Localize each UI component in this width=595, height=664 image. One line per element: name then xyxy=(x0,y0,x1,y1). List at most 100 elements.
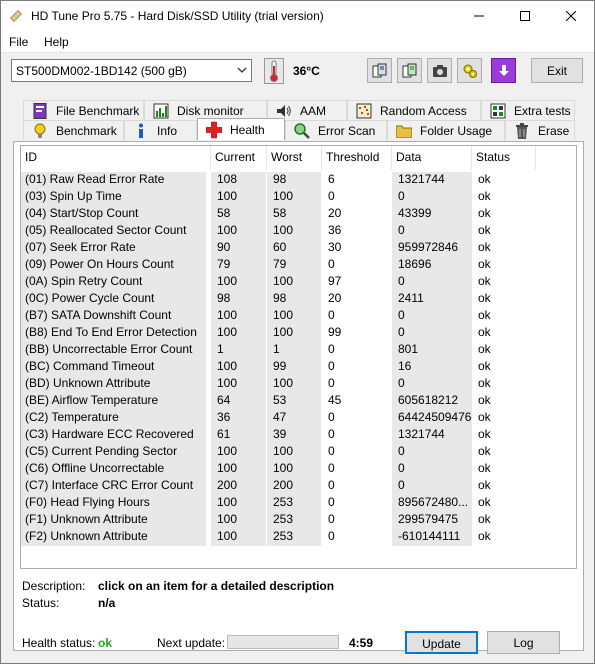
cell-current: 100 xyxy=(211,359,266,376)
cell-data: 605618212 xyxy=(392,393,472,410)
tab-aam[interactable]: AAM xyxy=(267,100,347,120)
close-icon xyxy=(566,11,576,21)
close-button[interactable] xyxy=(548,1,594,31)
table-row[interactable]: (03) Spin Up Time 100 100 0 0 ok xyxy=(21,188,551,206)
cell-threshold: 0 xyxy=(328,359,335,373)
column-header-id[interactable]: ID xyxy=(21,146,211,170)
cell-current: 100 xyxy=(211,223,266,240)
tab-label: Info xyxy=(157,123,178,138)
cell-current: 1 xyxy=(211,342,266,359)
cell-current: 36 xyxy=(211,410,266,427)
cell-id: (C7) Interface CRC Error Count xyxy=(21,478,206,495)
exit-button[interactable]: Exit xyxy=(531,58,583,83)
cell-data: 43399 xyxy=(392,206,472,223)
table-row[interactable]: (01) Raw Read Error Rate 108 98 6 1321744 ok xyxy=(21,171,551,189)
tab-file-benchmark[interactable]: File Benchmark xyxy=(23,100,144,120)
table-row[interactable]: (F1) Unknown Attribute 100 253 0 299579475 ok xyxy=(21,511,551,529)
table-row[interactable]: (BD) Unknown Attribute 100 100 0 0 ok xyxy=(21,375,551,393)
cell-id: (C2) Temperature xyxy=(21,410,206,427)
tab-extra-tests[interactable]: Extra tests xyxy=(481,100,575,120)
cell-id: (BB) Uncorrectable Error Count xyxy=(21,342,206,359)
cell-current: 100 xyxy=(211,274,266,291)
cell-current: 79 xyxy=(211,257,266,274)
cell-threshold: 6 xyxy=(328,172,335,186)
cell-threshold: 0 xyxy=(328,257,335,271)
column-header-status[interactable]: Status xyxy=(472,146,536,170)
save-button[interactable] xyxy=(491,58,516,83)
cell-status: ok xyxy=(478,342,491,356)
drive-select[interactable]: ST500DM002-1BD142 (500 gB) xyxy=(11,59,252,82)
health-panel: ID Current Worst Threshold Data Status (… xyxy=(13,141,584,651)
tab-random-access[interactable]: Random Access xyxy=(347,100,481,120)
column-header-worst[interactable]: Worst xyxy=(267,146,322,170)
table-row[interactable]: (B8) End To End Error Detection 100 100 99 0… xyxy=(21,324,551,342)
table-row[interactable]: (07) Seek Error Rate 90 60 30 959972846 ok xyxy=(21,239,551,257)
table-row[interactable]: (C6) Offline Uncorrectable 100 100 0 0 ok xyxy=(21,460,551,478)
cell-status: ok xyxy=(478,206,491,220)
copy-button[interactable] xyxy=(367,58,392,83)
table-row[interactable]: (F2) Unknown Attribute 100 253 0 -610144111 o… xyxy=(21,528,551,546)
cell-worst: 100 xyxy=(267,444,321,461)
menu-help[interactable]: Help xyxy=(44,35,69,49)
screenshot-button[interactable] xyxy=(427,58,452,83)
cell-data: 0 xyxy=(392,223,472,240)
description-value: click on an item for a detailed descript… xyxy=(98,579,335,593)
tab-health[interactable]: Health xyxy=(197,118,285,140)
table-row[interactable]: (09) Power On Hours Count 79 79 0 18696 ok xyxy=(21,256,551,274)
table-row[interactable]: (BE) Airflow Temperature 64 53 45 605618212 o… xyxy=(21,392,551,410)
cell-threshold: 0 xyxy=(328,376,335,390)
tab-info[interactable]: Info xyxy=(124,120,197,140)
table-row[interactable]: (C5) Current Pending Sector 100 100 0 0 ok xyxy=(21,443,551,461)
menu-file[interactable]: File xyxy=(9,35,28,49)
minimize-button[interactable] xyxy=(456,1,502,31)
cell-threshold: 0 xyxy=(328,512,335,526)
cell-id: (F2) Unknown Attribute xyxy=(21,529,206,546)
cell-worst: 79 xyxy=(267,257,321,274)
cell-current: 61 xyxy=(211,427,266,444)
tab-label: Benchmark xyxy=(56,123,117,138)
table-row[interactable]: (F0) Head Flying Hours 100 253 0 895672480..… xyxy=(21,494,551,512)
table-row[interactable]: (C7) Interface CRC Error Count 200 200 0 0 ok xyxy=(21,477,551,495)
cell-id: (05) Reallocated Sector Count xyxy=(21,223,206,240)
update-progress-bar xyxy=(227,635,339,649)
cell-id: (01) Raw Read Error Rate xyxy=(21,172,206,189)
cell-status: ok xyxy=(478,427,491,441)
app-icon xyxy=(9,9,23,23)
table-row[interactable]: (04) Start/Stop Count 58 58 20 43399 ok xyxy=(21,205,551,223)
column-header-data[interactable]: Data xyxy=(392,146,472,170)
cell-worst: 100 xyxy=(267,325,321,342)
cell-threshold: 0 xyxy=(328,342,335,356)
table-row[interactable]: (0A) Spin Retry Count 100 100 97 0 ok xyxy=(21,273,551,291)
cell-current: 100 xyxy=(211,495,266,512)
tab-erase[interactable]: Erase xyxy=(505,120,575,140)
table-row[interactable]: (B7) SATA Downshift Count 100 100 0 0 ok xyxy=(21,307,551,325)
tab-folder-usage[interactable]: Folder Usage xyxy=(387,120,505,140)
column-header-current[interactable]: Current xyxy=(211,146,267,170)
log-button[interactable]: Log xyxy=(487,631,560,654)
table-row[interactable]: (BC) Command Timeout 100 99 0 16 ok xyxy=(21,358,551,376)
table-row[interactable]: (C3) Hardware ECC Recovered 61 39 0 1321744 o… xyxy=(21,426,551,444)
cell-worst: 58 xyxy=(267,206,321,223)
table-row[interactable]: (05) Reallocated Sector Count 100 100 36 0 ok xyxy=(21,222,551,240)
table-row[interactable]: (C2) Temperature 36 47 0 64424509476 ok xyxy=(21,409,551,427)
maximize-button[interactable] xyxy=(502,1,548,31)
cell-current: 100 xyxy=(211,325,266,342)
options-button[interactable] xyxy=(457,58,482,83)
cell-data: 0 xyxy=(392,308,472,325)
table-row[interactable]: (BB) Uncorrectable Error Count 1 1 0 801 ok xyxy=(21,341,551,359)
cell-threshold: 30 xyxy=(328,240,342,254)
health-cross-icon xyxy=(206,121,222,138)
cell-current: 100 xyxy=(211,529,266,546)
tab-error-scan[interactable]: Error Scan xyxy=(285,120,387,140)
temperature-value: 36°C xyxy=(293,64,320,78)
cell-worst: 98 xyxy=(267,291,321,308)
table-row[interactable]: (0C) Power Cycle Count 98 98 20 2411 ok xyxy=(21,290,551,308)
tab-benchmark[interactable]: Benchmark xyxy=(23,120,124,140)
copy-all-button[interactable] xyxy=(397,58,422,83)
cell-data: 18696 xyxy=(392,257,472,274)
update-button[interactable]: Update xyxy=(405,631,478,654)
tab-disk-monitor[interactable]: Disk monitor xyxy=(144,100,267,120)
smart-table[interactable]: ID Current Worst Threshold Data Status (… xyxy=(20,145,577,569)
cell-threshold: 0 xyxy=(328,529,335,543)
column-header-threshold[interactable]: Threshold xyxy=(322,146,392,170)
